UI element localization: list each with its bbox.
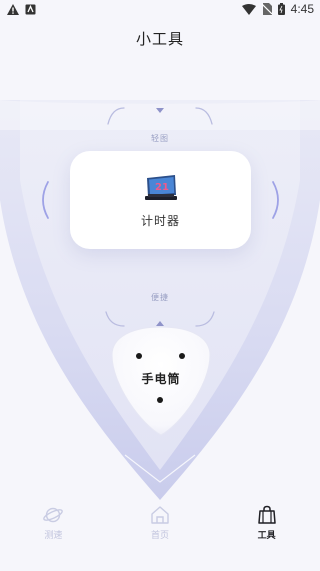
arc-marker-icon bbox=[156, 108, 164, 113]
chevron-left-icon bbox=[42, 181, 49, 219]
nav-label: 工具 bbox=[257, 531, 276, 541]
bottom-nav: 测速 首页 工具 bbox=[0, 505, 320, 555]
home-icon bbox=[151, 506, 169, 524]
page-title: 小工具 bbox=[135, 30, 184, 48]
planet-icon bbox=[43, 507, 64, 523]
nav-label: 首页 bbox=[150, 531, 169, 541]
next-tool-button[interactable] bbox=[268, 180, 288, 220]
chevron-right-icon bbox=[272, 181, 279, 219]
next-tool-label: 手电筒 bbox=[141, 372, 181, 386]
bag-icon bbox=[257, 505, 276, 524]
bottom-wheel-label: 便捷 bbox=[151, 293, 169, 302]
nav-item-home[interactable]: 首页 bbox=[120, 505, 200, 555]
warning-icon bbox=[7, 3, 19, 15]
counter-display-icon: 21 bbox=[144, 174, 177, 200]
wifi-icon bbox=[241, 3, 256, 15]
next-tool-pick[interactable]: 手电筒 bbox=[110, 325, 212, 437]
notification-icon bbox=[25, 4, 36, 14]
no-sim-icon bbox=[261, 3, 272, 15]
nav-item-tools[interactable]: 工具 bbox=[227, 505, 307, 555]
status-bar: 4:45 bbox=[0, 0, 320, 18]
top-wheel-arc bbox=[107, 107, 213, 125]
selected-tool-label: 计时器 bbox=[140, 213, 180, 228]
top-wheel-label: 轻图 bbox=[151, 134, 169, 143]
nav-item-speedtest[interactable]: 测速 bbox=[13, 505, 93, 555]
svg-text:21: 21 bbox=[155, 182, 169, 193]
selected-tool-card[interactable]: 21 计时器 bbox=[70, 151, 251, 249]
battery-icon bbox=[277, 3, 285, 15]
flashlight-dot bbox=[179, 353, 185, 359]
status-time: 4:45 bbox=[290, 2, 314, 16]
background-wave bbox=[0, 0, 320, 500]
nav-label: 测速 bbox=[44, 531, 63, 541]
flashlight-dot bbox=[157, 397, 163, 403]
flashlight-dot bbox=[136, 353, 142, 359]
prev-tool-button[interactable] bbox=[33, 180, 53, 220]
